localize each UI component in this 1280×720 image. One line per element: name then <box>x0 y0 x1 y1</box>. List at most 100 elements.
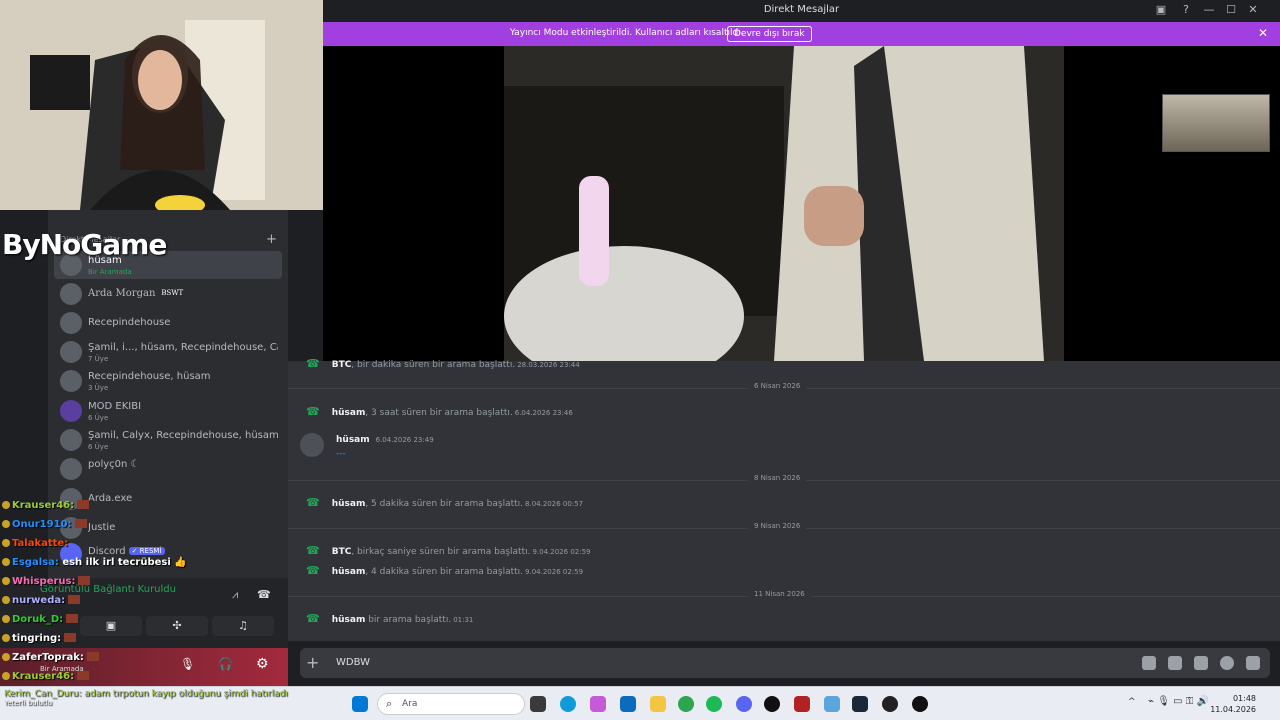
message-author[interactable]: hüsam <box>336 435 370 445</box>
bynogame-app-icon[interactable] <box>794 696 810 712</box>
phone-icon: ☎ <box>306 405 320 418</box>
main-video-stream[interactable] <box>504 46 1064 361</box>
spotify-icon[interactable] <box>706 696 722 712</box>
emoji-icon[interactable] <box>1220 656 1234 670</box>
discord-taskbar-icon[interactable] <box>736 696 752 712</box>
dm-name: Şamil, i..., hüsam, Recepindehouse, Caly… <box>88 342 278 353</box>
dm-item[interactable]: Recepindehouse <box>54 309 282 337</box>
chat-line: tingring: <box>2 633 77 644</box>
emote-icon <box>86 652 99 661</box>
store-icon[interactable] <box>620 696 636 712</box>
phone-icon: ☎ <box>306 612 320 625</box>
call-text: bir arama başlattı. <box>365 615 452 625</box>
gift-icon[interactable] <box>1142 656 1156 670</box>
emote-icon <box>66 614 79 623</box>
message-header: hüsam 6.04.2026 23:49 <box>336 435 434 445</box>
sticker-icon[interactable] <box>1194 656 1208 670</box>
dm-item[interactable]: Recepindehouse, hüsam 3 Üye <box>54 367 282 395</box>
call-user: hüsam <box>331 615 366 625</box>
dm-item[interactable]: Şamil, i..., hüsam, Recepindehouse, Caly… <box>54 338 282 366</box>
self-preview-video[interactable] <box>1162 94 1270 152</box>
dm-name: Discord <box>88 546 126 557</box>
start-icon[interactable] <box>352 696 368 712</box>
add-dm-icon[interactable]: + <box>266 232 277 247</box>
chat-line: Doruk_D: <box>2 614 79 625</box>
date-label: 11 Nisan 2026 <box>748 590 811 598</box>
disable-streamer-mode-button[interactable]: Devre dışı bırak <box>727 26 812 42</box>
message-input[interactable]: WDBW <box>336 657 370 668</box>
apps-icon[interactable] <box>1246 656 1260 670</box>
headphones-icon[interactable]: 🎧 <box>218 657 233 671</box>
chat-line: ZaferToprak: <box>2 652 99 663</box>
attach-plus-icon[interactable]: + <box>306 653 319 672</box>
ghub-icon[interactable] <box>764 696 780 712</box>
dm-name: Arda.exe <box>88 493 133 504</box>
inbox-icon[interactable]: ▣ <box>1153 3 1169 16</box>
taskbar-search[interactable]: ⌕ Ara <box>377 693 525 715</box>
soundboard-button[interactable]: ♫ <box>212 616 274 636</box>
close-button[interactable]: ✕ <box>1245 3 1261 16</box>
chat-user: Talakatte: <box>12 538 69 549</box>
timestamp: 01:31 <box>453 616 474 624</box>
activities-button[interactable]: ✣ <box>146 616 208 636</box>
dm-item[interactable]: MOD EKİBİ 6 Üye <box>54 397 282 425</box>
avatar[interactable] <box>300 433 324 457</box>
dm-item[interactable]: polyç0n ☾ <box>54 455 282 483</box>
date-divider: 9 Nisan 2026 <box>288 522 1280 530</box>
dm-sub: Bir Aramada <box>88 268 132 276</box>
avatar <box>60 400 82 422</box>
dm-tag: BSWT <box>158 289 187 297</box>
dm-name: Justie <box>88 522 116 533</box>
screen-share-button[interactable]: ▣ <box>80 616 142 636</box>
video-scene <box>504 46 1064 361</box>
call-user: BTC <box>331 547 352 557</box>
emote-icon <box>77 671 90 680</box>
call-user: hüsam <box>331 499 366 509</box>
dm-name: Şamil, Calyx, Recepindehouse, hüsam, u..… <box>88 430 278 441</box>
call-log: ☎ BTC, birkaç saniye süren bir arama başl… <box>306 544 591 557</box>
badge-icon <box>2 672 10 680</box>
badge-icon <box>2 501 10 509</box>
dm-item[interactable]: Arda Morgan BSWT <box>54 280 282 308</box>
network-app-icon[interactable] <box>824 696 840 712</box>
clock-time: 01:48 <box>1232 694 1256 703</box>
edge-icon[interactable] <box>560 696 576 712</box>
official-tag: ✓ RESMİ <box>128 547 165 555</box>
copilot-icon[interactable] <box>590 696 606 712</box>
help-icon[interactable]: ? <box>1178 3 1194 16</box>
tray-chevron-icon[interactable]: ^ <box>1128 697 1136 707</box>
emote-icon <box>68 595 81 604</box>
clock-date: 11.04.2026 <box>1210 705 1256 714</box>
gif-icon[interactable] <box>1168 656 1182 670</box>
obs-icon[interactable] <box>882 696 898 712</box>
settings-gear-icon[interactable]: ⚙ <box>256 656 269 672</box>
avatar <box>60 312 82 334</box>
dm-name: Recepindehouse, hüsam <box>88 371 211 382</box>
chat-line: nurweda: <box>2 595 81 606</box>
dm-item[interactable]: Justie <box>54 514 282 542</box>
steam-icon[interactable] <box>852 696 868 712</box>
badge-icon <box>2 558 10 566</box>
chat-line: Esgalsa: esh ilk irl tecrübesi 👍 <box>2 557 187 568</box>
close-banner-icon[interactable]: ✕ <box>1258 26 1268 40</box>
explorer-icon[interactable] <box>650 696 666 712</box>
microphone-icon[interactable]: 🎙 <box>180 657 195 671</box>
maximize-button[interactable]: ☐ <box>1223 3 1239 16</box>
disconnect-icon[interactable]: ☎ <box>257 588 271 601</box>
chat-user: Onur1910: <box>12 519 72 530</box>
dm-item[interactable]: Şamil, Calyx, Recepindehouse, hüsam, u..… <box>54 426 282 454</box>
clock[interactable]: 01:48 11.04.2026 <box>1210 693 1256 715</box>
chat-user: Whisperus: <box>12 576 76 587</box>
date-divider: 11 Nisan 2026 <box>288 590 1280 598</box>
noise-suppression-icon[interactable]: ⩘ <box>232 588 238 602</box>
badge-icon <box>2 615 10 623</box>
minimize-button[interactable]: — <box>1201 3 1217 16</box>
chat-line: Whisperus: <box>2 576 91 587</box>
call-user: hüsam <box>331 567 366 577</box>
banner-message: Yayıncı Modu etkinleştirildi. Kullanıcı … <box>510 28 744 38</box>
call-log: ☎ hüsam, 5 dakika süren bir arama başlatt… <box>306 496 583 509</box>
task-view-icon[interactable] <box>530 696 546 712</box>
tray-icons[interactable]: ⌁ 🎙 ▭ ⚿ 🔊 <box>1148 696 1209 707</box>
chrome-icon[interactable] <box>678 696 694 712</box>
media-player-icon[interactable] <box>912 696 928 712</box>
